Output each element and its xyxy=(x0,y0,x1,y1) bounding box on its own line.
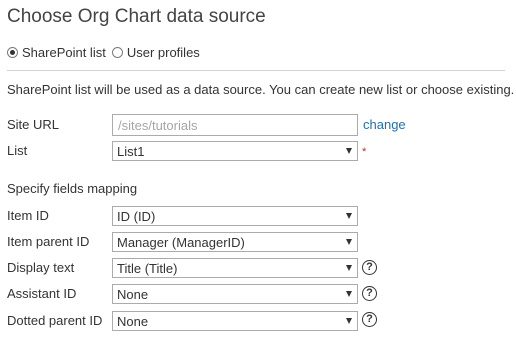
dotted-parent-id-label: Dotted parent ID xyxy=(7,313,103,328)
list-select-value: List1 xyxy=(117,144,145,159)
item-id-label: Item ID xyxy=(7,208,49,223)
radio-selected-icon[interactable] xyxy=(7,46,18,58)
dotted-parent-id-select-value: None xyxy=(117,314,149,329)
chevron-down-icon xyxy=(346,291,352,297)
chevron-down-icon xyxy=(346,265,352,271)
section-divider xyxy=(7,70,505,71)
radio-user-profiles[interactable]: User profiles xyxy=(111,45,200,60)
list-select[interactable]: List1 xyxy=(112,141,358,161)
assistant-id-select[interactable]: None xyxy=(112,284,358,304)
dotted-parent-id-help-icon[interactable]: ? xyxy=(362,312,377,327)
item-parent-id-label: Item parent ID xyxy=(7,234,90,249)
dotted-parent-id-select[interactable]: None xyxy=(112,311,358,331)
chevron-down-icon xyxy=(346,213,352,219)
display-text-label: Display text xyxy=(7,260,75,275)
page-title: Choose Org Chart data source xyxy=(7,6,266,27)
required-indicator: * xyxy=(362,146,367,158)
chevron-down-icon xyxy=(346,148,352,154)
display-text-select[interactable]: Title (Title) xyxy=(112,258,358,278)
radio-sharepoint-list-label[interactable]: SharePoint list xyxy=(22,45,106,60)
fields-mapping-heading: Specify fields mapping xyxy=(7,181,138,196)
site-url-input[interactable] xyxy=(112,114,358,136)
radio-unselected-icon[interactable] xyxy=(111,46,123,58)
chevron-down-icon xyxy=(346,239,352,245)
list-label: List xyxy=(7,143,28,158)
data-source-radio-group: SharePoint list User profiles xyxy=(7,44,206,60)
assistant-id-label: Assistant ID xyxy=(7,286,77,301)
radio-sharepoint-list[interactable]: SharePoint list xyxy=(7,45,106,60)
data-source-description: SharePoint list will be used as a data s… xyxy=(7,82,515,97)
display-text-select-value: Title (Title) xyxy=(117,261,178,276)
assistant-id-help-icon[interactable]: ? xyxy=(362,286,377,301)
chevron-down-icon xyxy=(346,318,352,324)
site-url-label: Site URL xyxy=(7,117,60,132)
item-parent-id-select[interactable]: Manager (ManagerID) xyxy=(112,232,358,252)
item-id-select[interactable]: ID (ID) xyxy=(112,206,358,226)
radio-user-profiles-label[interactable]: User profiles xyxy=(127,45,200,60)
item-parent-id-select-value: Manager (ManagerID) xyxy=(117,235,245,250)
assistant-id-select-value: None xyxy=(117,287,149,302)
display-text-help-icon[interactable]: ? xyxy=(362,260,377,275)
change-site-url-link[interactable]: change xyxy=(363,117,406,132)
item-id-select-value: ID (ID) xyxy=(117,209,156,224)
